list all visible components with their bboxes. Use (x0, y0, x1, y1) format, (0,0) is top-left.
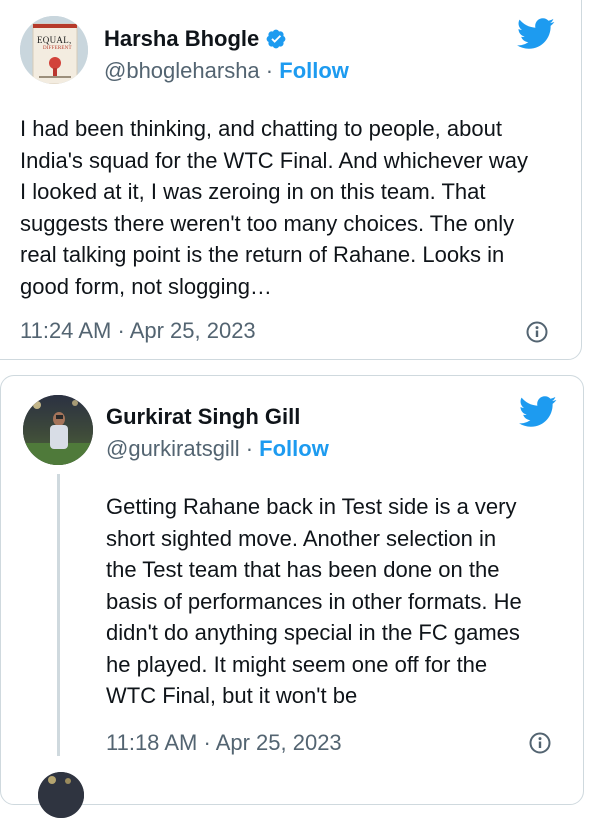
author-handle[interactable]: @gurkiratsgill (106, 436, 240, 461)
author-name-row: Harsha Bhogle (104, 26, 287, 52)
tweet-text: I had been thinking, and chatting to peo… (20, 113, 528, 302)
tweet-text-line: didn't do anything special in the FC gam… (106, 620, 520, 645)
twitter-bird-icon[interactable] (517, 18, 555, 50)
thread-connector-line (57, 474, 60, 756)
tweet-text-line: real talking point is the return of Raha… (20, 242, 505, 267)
avatar-book-title: EQUAL, (37, 35, 72, 45)
tweet-text-line: I had been thinking, and chatting to peo… (20, 116, 502, 141)
avatar-photo-image (23, 395, 93, 465)
tweet-text-line: India's squad for the WTC Final. And whi… (20, 147, 528, 173)
tweet-time: 11:24 AM (20, 318, 112, 343)
tweet-text-line: he played. It might seem one off for the (106, 651, 488, 677)
follow-button[interactable]: Follow (279, 58, 349, 83)
avatar-book-subtitle: DIFFERENT (43, 46, 72, 51)
tweet-text-line: WTC Final, but it won't be (106, 683, 358, 708)
tweet-text-line: good form, not slogging… (20, 273, 272, 299)
author-handle[interactable]: @bhogleharsha (104, 58, 260, 83)
tweet-timestamp[interactable]: 11:18 AM · Apr 25, 2023 (106, 730, 342, 756)
author-name[interactable]: Gurkirat Singh Gill (106, 404, 300, 430)
tweet-text-line: Getting Rahane back in Test side is a ve… (106, 494, 517, 519)
tweet-text: Getting Rahane back in Test side is a ve… (106, 491, 522, 712)
separator-dot: · (245, 436, 254, 461)
tweet-time: 11:18 AM (106, 730, 198, 755)
author-name-row: Gurkirat Singh Gill (106, 404, 300, 430)
author-name[interactable]: Harsha Bhogle (104, 26, 259, 52)
info-icon[interactable] (528, 731, 552, 755)
separator-dot: · (117, 318, 125, 343)
separator-dot: · (203, 730, 211, 755)
tweet-date: Apr 25, 2023 (215, 730, 342, 755)
tweet-timestamp[interactable]: 11:24 AM · Apr 25, 2023 (20, 318, 256, 344)
tweet-date: Apr 25, 2023 (129, 318, 256, 343)
author-handle-row: @gurkiratsgill · Follow (106, 436, 329, 462)
avatar-gurkirat[interactable] (23, 395, 93, 465)
avatar-next-reply[interactable] (38, 772, 84, 818)
follow-button[interactable]: Follow (259, 436, 329, 461)
separator-dot: · (265, 58, 274, 83)
tweet-text-line: short sighted move. Another selection in (106, 525, 497, 551)
avatar-harsha[interactable]: EQUAL, DIFFERENT (20, 16, 88, 84)
tweet-text-line: the Test team that has been done on the (106, 557, 500, 582)
info-icon[interactable] (525, 320, 549, 344)
avatar-photo-image (38, 772, 84, 818)
verified-badge-icon (266, 29, 286, 49)
tweet-text-line: suggests there weren't too many choices.… (20, 210, 515, 236)
twitter-bird-icon[interactable] (519, 396, 557, 428)
tweet-text-line: I looked at it, I was zeroing in on this… (20, 179, 486, 204)
author-handle-row: @bhogleharsha · Follow (104, 58, 349, 84)
tweet-text-line: basis of performances in other formats. … (106, 588, 522, 614)
